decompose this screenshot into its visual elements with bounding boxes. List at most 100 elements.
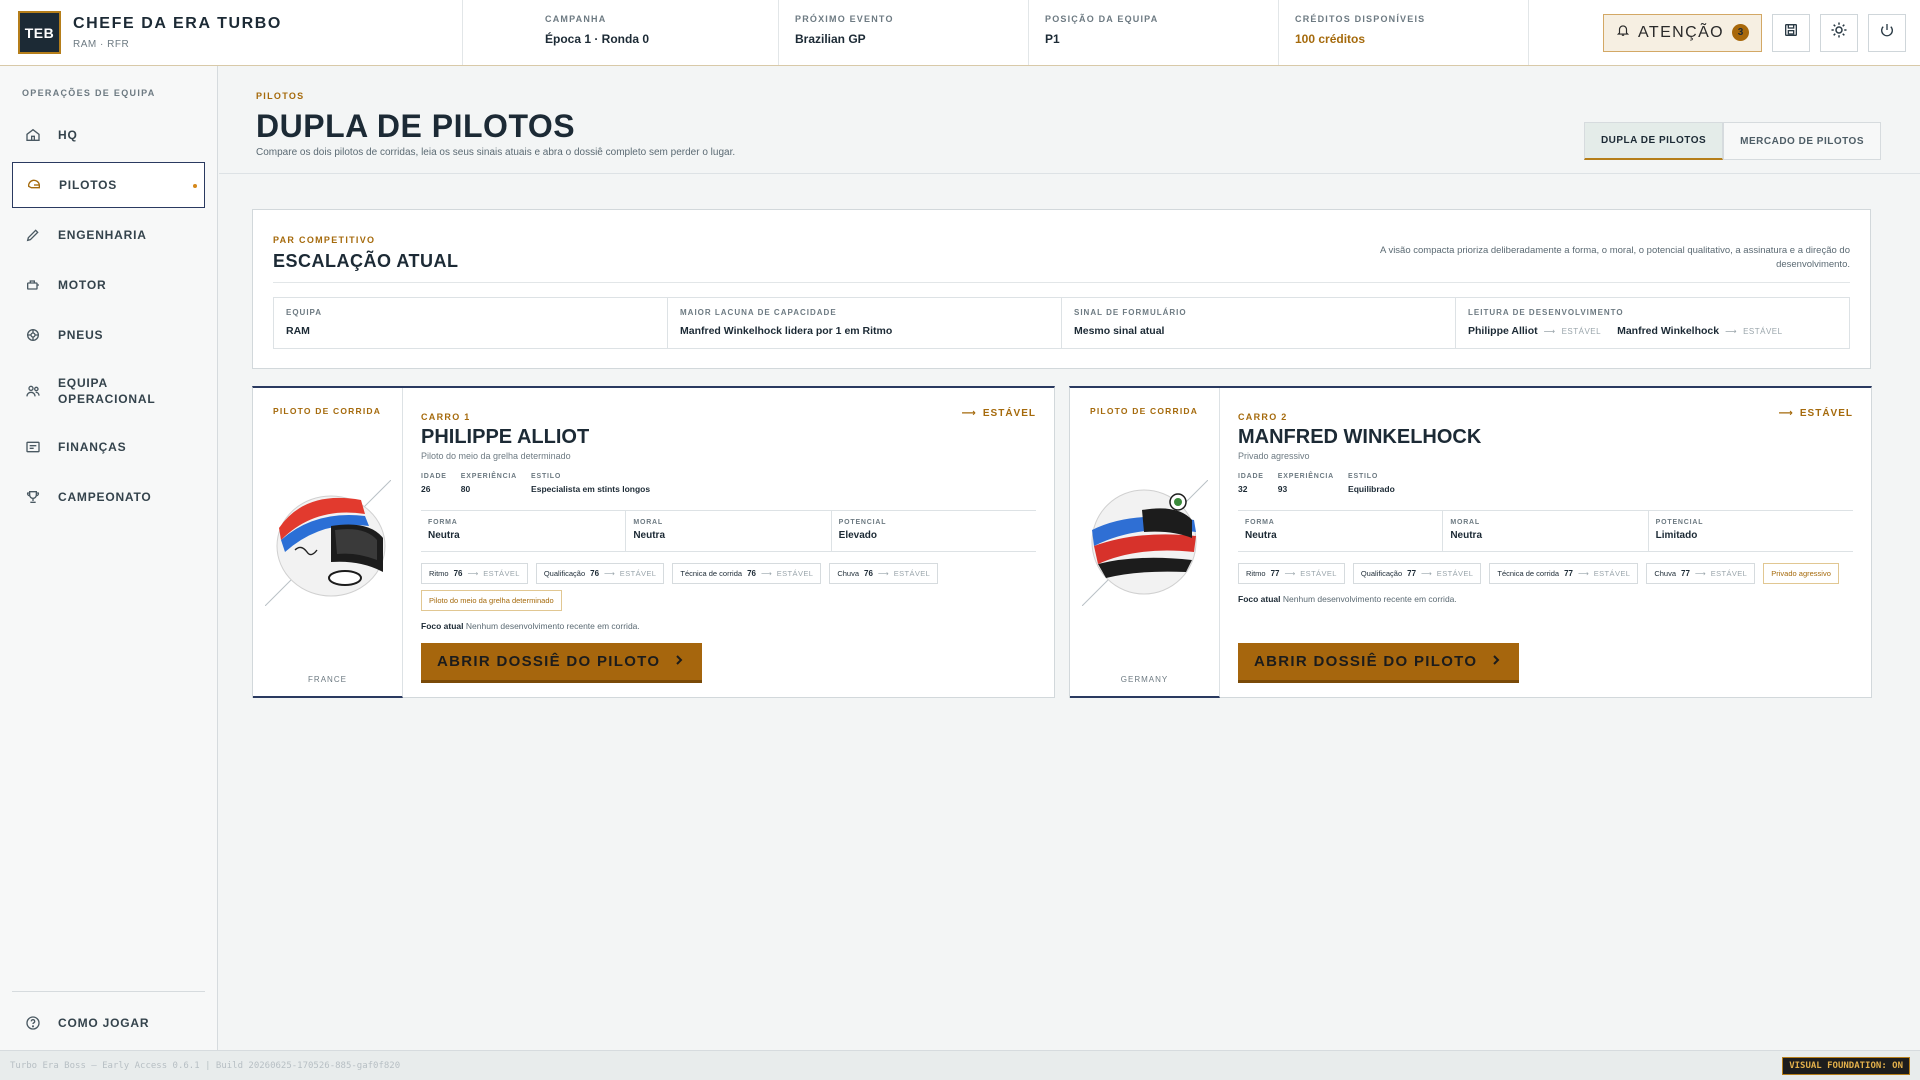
- helmet-icon: [265, 480, 391, 606]
- stat-label: Ritmo: [1246, 569, 1266, 578]
- button-label: ABRIR DOSSIÊ DO PILOTO: [437, 653, 661, 670]
- stat-label: Qualificação: [1360, 569, 1403, 578]
- attention-label: ATENÇÃO: [1638, 23, 1724, 41]
- stat-value: 77: [1270, 569, 1280, 578]
- sidebar-item-engenharia[interactable]: ENGENHARIA: [12, 212, 205, 258]
- fact-experience: EXPERIÊNCIA 80: [461, 473, 517, 494]
- signal-label: FORMA: [428, 519, 458, 526]
- lineup-title: ESCALAÇÃO ATUAL: [273, 251, 459, 271]
- sidebar-item-pneus[interactable]: PNEUS: [12, 312, 205, 358]
- signal-form: FORMA Neutra: [421, 511, 627, 551]
- helmet-icon: [1082, 480, 1208, 606]
- lineup-cell-label: LEITURA DE DESENVOLVIMENTO: [1468, 308, 1624, 317]
- app-title: CHEFE DA ERA TURBO: [73, 15, 282, 32]
- page-description: Compare os dois pilotos de corridas, lei…: [256, 147, 736, 158]
- open-dossier-button[interactable]: ABRIR DOSSIÊ DO PILOTO: [421, 643, 703, 680]
- sidebar-item-label: EQUIPA OPERACIONAL: [58, 376, 156, 406]
- metric-label: CAMPANHA: [545, 14, 607, 24]
- stat-label: Técnica de corrida: [1497, 569, 1560, 578]
- lineup-eyebrow: PAR COMPETITIVO: [273, 235, 376, 245]
- stat-value: 76: [864, 569, 873, 578]
- fact-label: EXPERIÊNCIA: [460, 473, 518, 480]
- fact-value: Equilibrado: [1348, 484, 1395, 494]
- brand-logo: TEB: [18, 11, 61, 54]
- signal-value: Limitado: [1655, 530, 1698, 541]
- development-trend: ⟶ ESTÁVEL: [962, 408, 1036, 419]
- fact-label: IDADE: [421, 473, 447, 480]
- trait-badge: Privado agressivo: [1763, 563, 1839, 584]
- arrow-right-icon: ⟶: [1284, 569, 1296, 578]
- fact-label: ESTILO: [531, 473, 562, 480]
- lineup-cell-capability-gap: MAIOR LACUNA DE CAPACIDADE Manfred Winke…: [668, 298, 1062, 348]
- sidebar-item-pilotos[interactable]: PILOTOS: [12, 162, 205, 208]
- car-label: CARRO 2: [1238, 412, 1288, 422]
- focus-value: Nenhum desenvolvimento recente em corrid…: [465, 621, 640, 631]
- stat-chip-qualifying: Qualificação 76 ⟶ ESTÁVEL: [535, 563, 665, 584]
- tyre-icon: [24, 326, 42, 344]
- sidebar-item-label: MOTOR: [58, 278, 107, 292]
- current-lineup-panel: PAR COMPETITIVO ESCALAÇÃO ATUAL A visão …: [252, 209, 1871, 369]
- stat-label: Qualificação: [543, 569, 586, 578]
- signal-morale: MORAL Neutra: [1443, 511, 1649, 551]
- trait-badge: Piloto do meio da grelha determinado: [421, 590, 562, 611]
- driver-portrait-column: PILOTO DE CORRIDA FRANCE: [253, 388, 403, 698]
- driver-country: GERMANY: [1120, 675, 1169, 684]
- chevron-right-icon: [1491, 653, 1501, 670]
- focus-label: Foco atual: [1238, 594, 1281, 604]
- sidebar-footer: COMO JOGAR: [12, 991, 205, 1050]
- button-label: ABRIR DOSSIÊ DO PILOTO: [1254, 653, 1478, 670]
- arrow-right-icon: ⟶: [604, 569, 615, 578]
- power-button[interactable]: [1868, 13, 1906, 52]
- sidebar-item-campeonato[interactable]: CAMPEONATO: [12, 474, 205, 520]
- sidebar-item-motor[interactable]: MOTOR: [12, 262, 205, 308]
- bell-icon: [1616, 23, 1630, 42]
- sidebar-item-equipa-operacional[interactable]: EQUIPA OPERACIONAL: [12, 362, 205, 420]
- sidebar-item-label: COMO JOGAR: [58, 1016, 150, 1030]
- save-button[interactable]: [1772, 13, 1810, 52]
- fact-label: IDADE: [1238, 473, 1264, 480]
- driver-details: CARRO 1 ⟶ ESTÁVEL PHILIPPE ALLIOT Piloto…: [403, 388, 1054, 698]
- arrow-right-icon: ⟶: [760, 569, 772, 578]
- sidebar-item-label: PNEUS: [58, 328, 104, 342]
- signal-value: Neutra: [1450, 530, 1483, 541]
- save-icon: [1783, 22, 1799, 43]
- attention-button[interactable]: ATENÇÃO 3: [1603, 13, 1762, 52]
- stat-value: 76: [590, 569, 600, 578]
- arrow-right-icon: ⟶: [1694, 569, 1706, 578]
- theme-toggle-button[interactable]: [1820, 13, 1858, 52]
- sidebar-item-como-jogar[interactable]: COMO JOGAR: [12, 1000, 205, 1046]
- lineup-cell-value: Philippe Alliot ⟶ ESTÁVEL Manfred Winkel…: [1468, 325, 1837, 337]
- fact-value: 32: [1238, 484, 1248, 494]
- stat-chip-wet: Chuva 76 ⟶ ESTÁVEL: [829, 563, 939, 584]
- sidebar-item-label: FINANÇAS: [58, 440, 127, 454]
- lineup-note: A visão compacta prioriza deliberadament…: [1380, 245, 1850, 270]
- engine-icon: [24, 276, 42, 294]
- tab-dupla-de-pilotos[interactable]: DUPLA DE PILOTOS: [1583, 122, 1724, 160]
- sidebar-item-hq[interactable]: HQ: [12, 112, 205, 158]
- fact-style: ESTILO Especialista em stints longos: [531, 473, 650, 494]
- arrow-right-icon: ⟶: [1421, 569, 1432, 578]
- stat-value: 77: [1564, 569, 1573, 578]
- signal-value: Neutra: [1245, 530, 1277, 541]
- signal-form: FORMA Neutra: [1238, 511, 1444, 551]
- driver-signals: FORMA Neutra MORAL Neutra POTENCIAL Elevado: [421, 510, 1036, 552]
- tab-mercado-de-pilotos[interactable]: MERCADO DE PILOTOS: [1723, 122, 1881, 160]
- arrow-right-icon: ⟶: [1778, 408, 1794, 419]
- driver-role: PILOTO DE CORRIDA: [273, 406, 382, 416]
- stat-label: Técnica de corrida: [680, 569, 743, 578]
- open-dossier-button[interactable]: ABRIR DOSSIÊ DO PILOTO: [1238, 643, 1520, 680]
- stat-trend: ESTÁVEL: [776, 569, 814, 578]
- divider: [273, 282, 1850, 283]
- stat-chip-pace: Ritmo 76 ⟶ ESTÁVEL: [421, 563, 528, 584]
- driver-facts: IDADE 26 EXPERIÊNCIA 80 ESTILO Especialista…: [421, 473, 650, 494]
- stat-value: 76: [453, 569, 463, 578]
- sidebar-nav: HQ PILOTOS ENGENHARIA MOTOR PNEUS EQUIPA…: [0, 112, 217, 520]
- sidebar-item-label: ENGENHARIA: [58, 228, 147, 242]
- sidebar-item-financas[interactable]: FINANÇAS: [12, 424, 205, 470]
- stat-chips: Ritmo 76 ⟶ ESTÁVEL Qualificação 76 ⟶ ESTÁVEL T…: [421, 563, 1036, 611]
- arrow-right-icon: ⟶: [467, 569, 479, 578]
- page-tabs: DUPLA DE PILOTOS MERCADO DE PILOTOS: [1583, 122, 1881, 160]
- driver-name: MANFRED WINKELHOCK: [1238, 426, 1482, 448]
- page-eyebrow: PILOTOS: [256, 91, 305, 101]
- sidebar-item-label: PILOTOS: [59, 178, 118, 192]
